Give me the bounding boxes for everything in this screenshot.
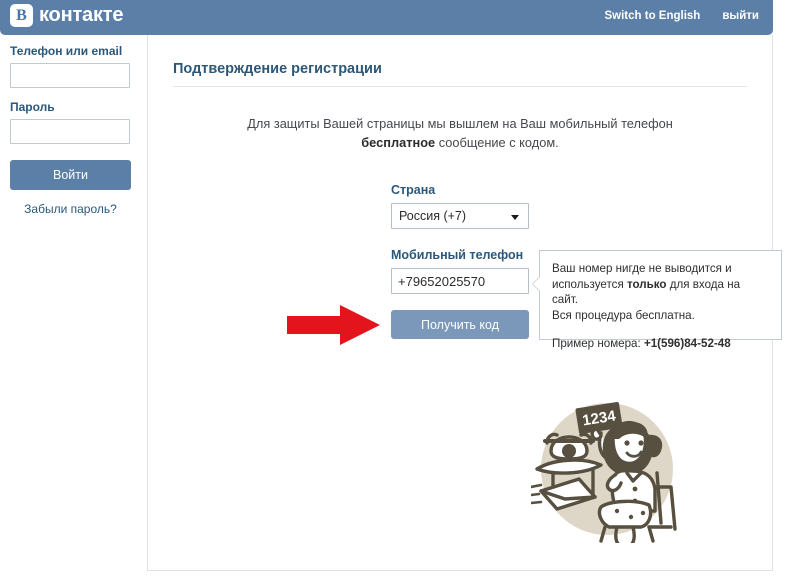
login-input[interactable]	[10, 63, 130, 88]
forgot-password-link[interactable]: Забыли пароль?	[10, 202, 131, 216]
header-links: Switch to English выйти	[604, 10, 759, 22]
page-title: Подтверждение регистрации	[173, 61, 382, 77]
tooltip-line-2-pre: используется	[552, 277, 627, 291]
phone-label-wrap: Мобильный телефон	[391, 248, 541, 262]
intro-bold-word: бесплатное	[361, 135, 436, 150]
country-select[interactable]: Россия (+7)	[391, 203, 529, 229]
switch-to-english-link[interactable]: Switch to English	[604, 10, 700, 22]
login-field-label: Телефон или email	[10, 44, 123, 58]
password-input[interactable]	[10, 119, 130, 144]
logout-link[interactable]: выйти	[722, 10, 759, 22]
phone-input[interactable]	[391, 268, 529, 294]
title-divider	[173, 86, 747, 87]
tooltip-pointer	[533, 277, 540, 291]
tooltip-line-2-bold: только	[626, 277, 667, 291]
tooltip-example: Пример номера: +1(596)84-52-48	[552, 336, 769, 352]
login-button[interactable]: Войти	[10, 160, 131, 190]
vk-logo-icon: В	[10, 4, 33, 27]
get-code-button[interactable]: Получить код	[391, 310, 529, 339]
login-sidebar: Телефон или email Пароль Войти Забыли па…	[0, 35, 140, 216]
country-select-value: Россия (+7)	[399, 209, 467, 223]
vk-logo[interactable]: В контакте	[10, 4, 123, 27]
vk-logo-text: контакте	[39, 4, 124, 26]
tooltip-example-label: Пример номера:	[552, 337, 644, 350]
password-field-label: Пароль	[10, 100, 55, 114]
tooltip-example-value: +1(596)84-52-48	[643, 337, 731, 350]
phone-privacy-tooltip: Ваш номер нигде не выводится и используе…	[532, 250, 782, 350]
tooltip-line-3: Вся процедура бесплатна.	[552, 308, 695, 322]
intro-line-1: Для защиты Вашей страницы мы вышлем на В…	[247, 116, 673, 131]
phone-verification-form: Страна Россия (+7) Мобильный телефон Пол…	[391, 183, 541, 339]
country-label: Страна	[391, 183, 436, 197]
intro-line-2: сообщение с кодом.	[435, 135, 559, 150]
verification-illustration: 1234	[529, 395, 683, 547]
tooltip-line-2: используется только для входа на сайт.	[552, 277, 769, 308]
intro-text: Для защиты Вашей страницы мы вышлем на В…	[225, 114, 695, 152]
top-header-bar: В контакте Switch to English выйти	[0, 0, 773, 35]
phone-label: Мобильный телефон	[391, 248, 524, 262]
chevron-down-icon	[511, 215, 519, 220]
tooltip-line-1: Ваш номер нигде не выводится и	[552, 262, 732, 275]
